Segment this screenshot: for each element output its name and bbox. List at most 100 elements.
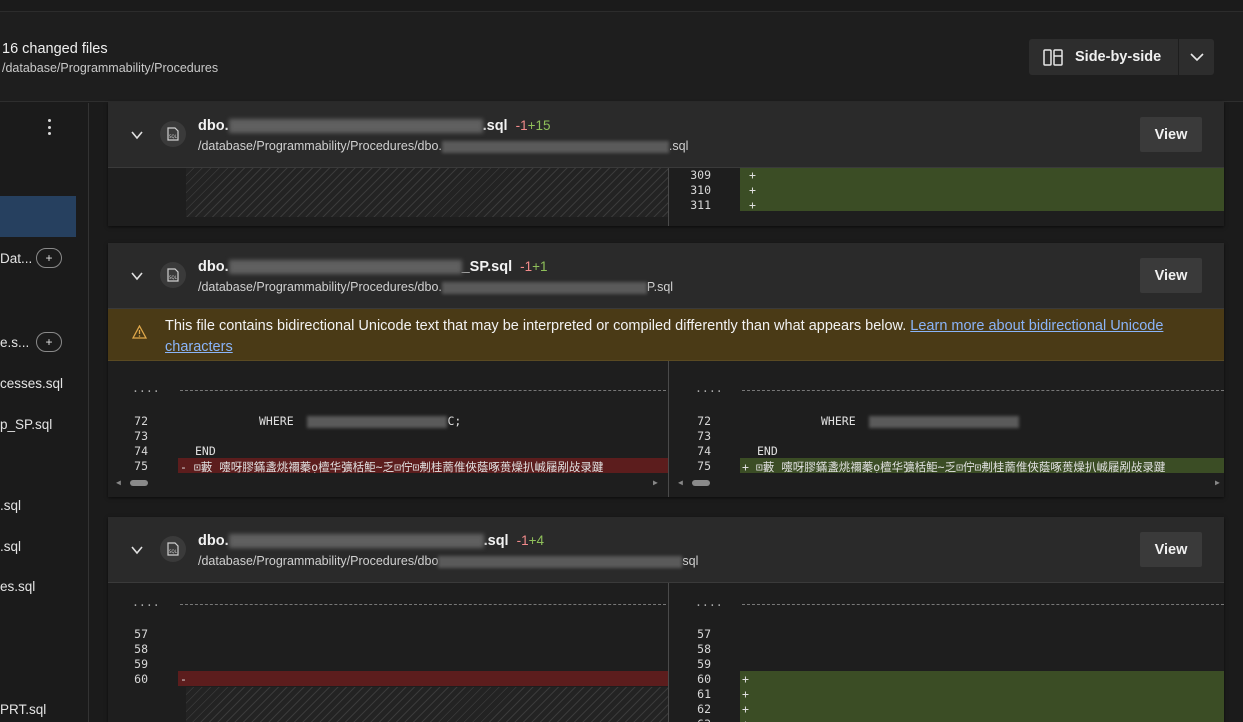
empty-line-hatch — [186, 687, 668, 722]
file-path: /database/Programmability/Procedures/dbo… — [198, 554, 699, 568]
added-lines — [740, 671, 1224, 722]
file-path: /database/Programmability/Procedures/dbo… — [198, 280, 674, 294]
more-options-icon[interactable] — [45, 119, 53, 135]
file-diff-header: SQL dbo. _SP.sql -1+1 /database/Programma… — [108, 243, 1224, 309]
side-by-side-icon — [1043, 48, 1063, 66]
line-number: 310 — [690, 183, 711, 197]
line-number: 73 — [134, 429, 148, 443]
current-folder-path: /database/Programmability/Procedures — [2, 61, 219, 75]
line-number: 75 — [697, 459, 711, 473]
diff-view: .... .... 72 73 74 75 WHERE C; END - ⊡藪_… — [108, 361, 1224, 497]
collapse-chevron-icon[interactable] — [130, 543, 144, 557]
file-diff-card: SQL dbo. .sql -1+4 /database/Programmabil… — [108, 517, 1224, 722]
line-number: 73 — [697, 429, 711, 443]
sql-file-icon: SQL — [160, 536, 186, 562]
additions-count: +15 — [527, 118, 551, 133]
file-name[interactable]: dbo. .sql -1+15 — [198, 118, 551, 134]
hunk-separator — [742, 390, 1224, 391]
side-by-side-button[interactable]: Side-by-side — [1029, 39, 1178, 75]
tree-item[interactable]: Dat... — [0, 251, 32, 266]
pr-files-header: 16 changed files /database/Programmabili… — [0, 12, 1243, 102]
diff-view: 309 310 311 + + + — [108, 168, 1224, 226]
diff-divider — [668, 168, 669, 226]
line-number: 75 — [134, 459, 148, 473]
line-number: 58 — [134, 642, 148, 656]
changed-files-count: 16 changed files — [2, 41, 108, 57]
code-line: END — [195, 444, 216, 458]
view-file-button[interactable]: View — [1140, 258, 1202, 293]
tree-item[interactable]: .sql — [0, 498, 21, 513]
deletions-count: -1 — [520, 259, 533, 274]
hunk-separator — [180, 604, 666, 605]
additions-count: +4 — [528, 533, 545, 548]
hunk-separator — [180, 390, 666, 391]
expand-ellipsis[interactable]: .... — [695, 595, 723, 609]
collapse-chevron-icon[interactable] — [130, 269, 144, 283]
line-number: 63 — [671, 717, 711, 722]
line-number: 60 — [697, 672, 711, 686]
file-diff-header: SQL dbo. .sql -1+15 /database/Programmabi… — [108, 102, 1224, 168]
code-line: WHERE — [821, 414, 1020, 428]
sql-file-icon: SQL — [160, 262, 186, 288]
diff-view: .... .... 57 58 59 60 - 57 58 59 60 61 6… — [108, 583, 1224, 722]
file-diff-header: SQL dbo. .sql -1+4 /database/Programmabil… — [108, 517, 1224, 583]
code-line: END — [757, 444, 778, 458]
svg-text:SQL: SQL — [169, 275, 178, 280]
line-number: 61 — [697, 687, 711, 701]
expand-ellipsis[interactable]: .... — [132, 595, 160, 609]
chevron-down-icon — [1189, 52, 1204, 61]
deletions-count: -1 — [515, 118, 528, 133]
additions-count: +1 — [532, 259, 548, 274]
tree-item[interactable]: p_SP.sql — [0, 417, 52, 432]
file-name[interactable]: dbo. .sql -1+4 — [198, 533, 544, 549]
sql-file-icon: SQL — [160, 121, 186, 147]
selected-tree-item[interactable] — [0, 196, 76, 237]
file-diff-card: SQL dbo. _SP.sql -1+1 /database/Programma… — [108, 243, 1224, 497]
file-diff-card: SQL dbo. .sql -1+15 /database/Programmabi… — [108, 102, 1224, 226]
line-number: 58 — [697, 642, 711, 656]
add-marker: + — [742, 672, 749, 686]
collapse-chevron-icon[interactable] — [130, 128, 144, 142]
deletions-count: -1 — [516, 533, 529, 548]
svg-text:SQL: SQL — [169, 134, 178, 139]
tree-item[interactable]: es.sql — [0, 579, 35, 594]
view-file-button[interactable]: View — [1140, 532, 1202, 567]
deleted-line: - ⊡藪_嚏呀膠鏋盞烑禰蓁ọ檀华彍栝鮔~乏⊡佇⊡刜桂蔐倠俠蔭啄蒉燥扒峸屦剐敁录踺 — [178, 458, 668, 473]
tree-item[interactable]: cesses.sql — [0, 376, 63, 391]
warning-icon — [132, 325, 147, 339]
tree-item-add-badge[interactable]: + — [36, 332, 62, 352]
add-marker: + — [749, 183, 756, 197]
expand-ellipsis[interactable]: .... — [695, 381, 723, 395]
line-number: 72 — [697, 414, 711, 428]
tree-item[interactable]: PRT.sql — [0, 702, 46, 717]
added-lines — [740, 168, 1224, 211]
view-mode-selector: Side-by-side — [1029, 39, 1214, 75]
line-number: 72 — [134, 414, 148, 428]
view-file-button[interactable]: View — [1140, 117, 1202, 152]
bidi-unicode-warning: This file contains bidirectional Unicode… — [108, 309, 1224, 361]
hunk-separator — [742, 604, 1224, 605]
line-number: 62 — [697, 702, 711, 716]
view-mode-dropdown-button[interactable] — [1179, 39, 1214, 75]
file-name[interactable]: dbo. _SP.sql -1+1 — [198, 259, 548, 275]
empty-line-hatch — [186, 168, 668, 217]
side-by-side-label: Side-by-side — [1075, 49, 1162, 65]
tree-item-add-badge[interactable]: + — [36, 248, 62, 268]
expand-ellipsis[interactable]: .... — [132, 381, 160, 395]
line-number: 60 — [134, 672, 148, 686]
add-marker: + — [742, 687, 749, 701]
line-number: 57 — [697, 627, 711, 641]
tree-item[interactable]: e.s... — [0, 335, 29, 350]
added-line: + ⊡藪_嚏呀膠鏋盞烑禰蓁ọ檀华彍栝鮔~乏⊡佇⊡刜桂蔐倠俠蔭啄蒉燥扒峸屦剐敁录踺 — [740, 458, 1224, 473]
right-horizontal-scrollbar[interactable]: ◀ ▶ — [678, 479, 1223, 487]
line-number: 309 — [690, 168, 711, 182]
left-horizontal-scrollbar[interactable]: ◀ ▶ — [116, 479, 661, 487]
file-tree-sidebar: Dat... + e.s... + cesses.sql p_SP.sql .s… — [0, 103, 89, 722]
file-path: /database/Programmability/Procedures/dbo… — [198, 139, 689, 153]
line-number: 59 — [134, 657, 148, 671]
diff-divider — [668, 361, 669, 497]
line-number: 74 — [697, 444, 711, 458]
svg-text:SQL: SQL — [169, 549, 178, 554]
tree-item[interactable]: .sql — [0, 539, 21, 554]
line-number: 311 — [690, 198, 711, 212]
